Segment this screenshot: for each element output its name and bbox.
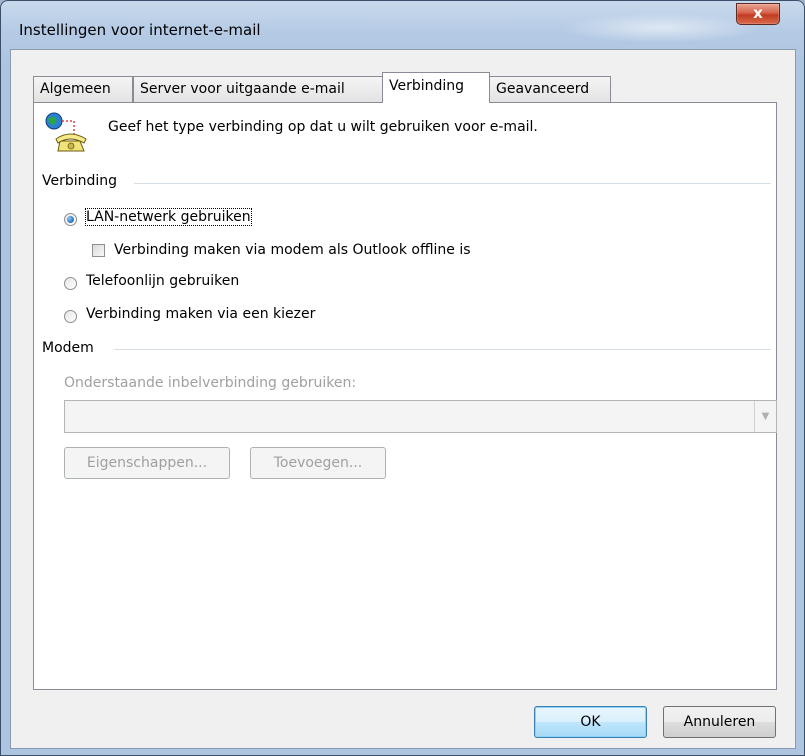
dialog-window: Instellingen voor internet-e-mail x Alge… [0,0,805,756]
title-glow [561,13,761,43]
network-phone-icon [44,111,92,159]
close-button[interactable]: x [736,3,780,25]
lan-label[interactable]: LAN-netwerk gebruiken [85,208,252,226]
group-divider [114,349,771,351]
chevron-down-icon: ▼ [754,401,776,432]
title-bar[interactable]: Instellingen voor internet-e-mail x [1,1,804,49]
dialer-label[interactable]: Verbinding maken via een kiezer [86,306,315,322]
window-title: Instellingen voor internet-e-mail [19,21,261,39]
properties-button-label: Eigenschappen... [86,455,208,471]
tab-label: Verbinding [389,78,465,94]
ok-button[interactable]: OK [534,706,647,738]
intro-text: Geef het type verbinding op dat u wilt g… [108,119,538,135]
phone-label[interactable]: Telefoonlijn gebruiken [86,273,239,289]
add-button-label: Toevoegen... [273,455,363,471]
tab-panel-verbinding: Geef het type verbinding op dat u wilt g… [33,102,777,690]
lan-radio[interactable] [64,213,77,226]
modem-offline-checkbox[interactable] [92,244,105,257]
phone-radio[interactable] [64,277,77,290]
dialup-label: Onderstaande inbelverbinding gebruiken: [64,375,357,391]
tab-label: Algemeen [40,81,111,97]
tab-verbinding[interactable]: Verbinding [382,72,490,103]
tab-server-uitgaande-email[interactable]: Server voor uitgaande e-mail [133,76,383,102]
modem-group-label: Modem [42,340,100,356]
add-button[interactable]: Toevoegen... [250,447,386,479]
close-icon: x [753,4,763,22]
tab-label: Geavanceerd [496,81,590,97]
cancel-button-label: Annuleren [683,714,756,730]
dialer-radio[interactable] [64,310,77,323]
dialog-client-area: Algemeen Server voor uitgaande e-mail Ve… [10,49,796,749]
group-divider [134,183,771,185]
tab-algemeen[interactable]: Algemeen [33,76,133,102]
properties-button[interactable]: Eigenschappen... [64,447,230,479]
connection-group-label: Verbinding [42,173,124,189]
ok-button-label: OK [580,714,601,730]
tab-label: Server voor uitgaande e-mail [140,81,345,97]
tab-geavanceerd[interactable]: Geavanceerd [489,76,611,102]
modem-offline-label[interactable]: Verbinding maken via modem als Outlook o… [114,242,471,258]
cancel-button[interactable]: Annuleren [663,706,776,738]
dialup-select[interactable]: ▼ [64,400,777,433]
